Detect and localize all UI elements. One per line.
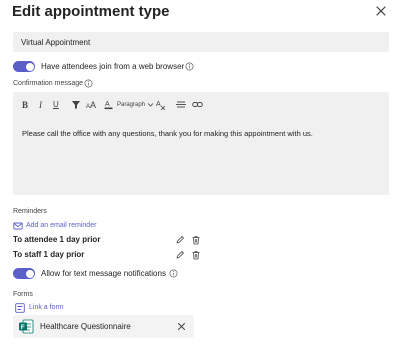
- web-join-toggle[interactable]: [13, 61, 35, 72]
- forms-app-icon: F: [19, 319, 34, 334]
- italic-button[interactable]: I: [39, 99, 42, 110]
- paragraph-dropdown[interactable]: Paragraph: [117, 99, 154, 110]
- text-notifications-label: Allow for text message notifications: [41, 269, 166, 278]
- forms-link-icon: [15, 303, 25, 313]
- highlight-icon[interactable]: [71, 99, 81, 110]
- edit-icon[interactable]: [175, 235, 185, 245]
- mail-icon: [13, 222, 23, 230]
- clear-formatting-icon[interactable]: A: [156, 99, 167, 110]
- attached-form-name: Healthcare Questionnaire: [40, 322, 131, 331]
- underline-button[interactable]: U: [53, 99, 59, 110]
- toggle-knob: [25, 62, 34, 71]
- confirmation-message-text: Please call the office with any question…: [22, 129, 313, 138]
- toggle-knob: [25, 269, 34, 278]
- link-a-form-link[interactable]: Link a form: [29, 304, 64, 311]
- link-icon[interactable]: [192, 99, 203, 110]
- svg-text:A: A: [156, 101, 161, 108]
- confirmation-message-label: Confirmation message: [13, 80, 84, 87]
- svg-text:F: F: [21, 324, 25, 331]
- info-icon[interactable]: [185, 62, 194, 71]
- text-notifications-toggle[interactable]: [13, 268, 35, 279]
- add-email-reminder-link[interactable]: Add an email reminder: [26, 222, 96, 229]
- svg-text:A: A: [105, 101, 110, 108]
- edit-icon[interactable]: [175, 250, 185, 260]
- confirmation-message-editor[interactable]: B I U A A A Paragraph A Please call the …: [13, 92, 389, 195]
- delete-icon[interactable]: [191, 235, 201, 245]
- reminder-item: To attendee 1 day prior: [13, 235, 101, 244]
- paragraph-label: Paragraph: [117, 101, 146, 108]
- edit-appointment-type-dialog: Edit appointment type Have attendees joi…: [0, 0, 400, 351]
- forms-label: Forms: [13, 291, 33, 298]
- close-icon[interactable]: [372, 2, 390, 20]
- info-icon[interactable]: [169, 269, 178, 278]
- reminder-item: To staff 1 day prior: [13, 250, 85, 259]
- font-color-icon[interactable]: A: [104, 99, 113, 110]
- appointment-name-input[interactable]: [13, 32, 389, 52]
- info-icon[interactable]: [84, 79, 93, 88]
- dialog-title: Edit appointment type: [12, 3, 170, 20]
- strikethrough-icon[interactable]: [176, 99, 186, 110]
- bold-button[interactable]: B: [22, 99, 28, 110]
- reminders-label: Reminders: [13, 208, 47, 215]
- remove-form-icon[interactable]: [176, 321, 187, 332]
- svg-text:A: A: [90, 100, 96, 110]
- font-size-icon[interactable]: A A: [86, 99, 98, 110]
- delete-icon[interactable]: [191, 250, 201, 260]
- web-join-label: Have attendees join from a web browser: [41, 62, 185, 71]
- attached-form-card: F Healthcare Questionnaire: [13, 315, 194, 338]
- chevron-down-icon: [147, 103, 154, 107]
